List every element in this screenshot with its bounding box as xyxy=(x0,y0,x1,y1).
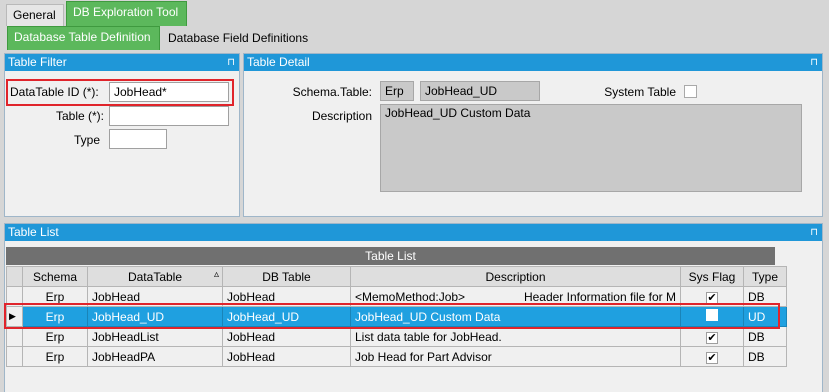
col-header-sysflag[interactable]: Sys Flag xyxy=(680,266,744,287)
tab-database-table-definition-label: Database Table Definition xyxy=(14,30,151,44)
cell-type[interactable]: DB xyxy=(743,326,787,347)
col-header-dbtable[interactable]: DB Table xyxy=(222,266,351,287)
table-detail-header: Table Detail ⊓ xyxy=(244,54,822,71)
sub-tab-strip: Database Table Definition Database Field… xyxy=(0,26,829,50)
tab-general-label: General xyxy=(13,8,56,22)
col-header-description[interactable]: Description xyxy=(350,266,681,287)
cell-sysflag[interactable]: ✔ xyxy=(680,326,744,347)
row-indicator[interactable] xyxy=(6,326,23,347)
tab-database-field-definitions-label: Database Field Definitions xyxy=(168,31,309,45)
col-header-schema[interactable]: Schema xyxy=(22,266,88,287)
table-filter-header: Table Filter ⊓ xyxy=(5,54,239,71)
cell-dbtable[interactable]: JobHead xyxy=(222,326,351,347)
cell-dbtable[interactable]: JobHead xyxy=(222,346,351,367)
tab-db-exploration-tool[interactable]: DB Exploration Tool xyxy=(66,1,187,26)
sysflag-checkbox[interactable]: ✔ xyxy=(706,331,718,344)
table-filter-title: Table Filter xyxy=(8,55,67,69)
selected-row-highlight xyxy=(4,303,780,329)
tab-db-exploration-tool-label: DB Exploration Tool xyxy=(73,5,179,19)
cell-description[interactable]: List data table for JobHead. xyxy=(350,326,681,347)
grid-header-row: Schema DataTable ▵ DB Table Description … xyxy=(6,266,787,287)
cell-datatable[interactable]: JobHeadPA xyxy=(87,346,223,367)
table-label: Table (*): xyxy=(55,109,104,123)
table-name-field[interactable]: JobHead_UD xyxy=(420,81,540,101)
cell-datatable[interactable]: JobHeadList xyxy=(87,326,223,347)
cell-type[interactable]: DB xyxy=(743,346,787,367)
table-input[interactable] xyxy=(109,106,229,126)
col-header-datatable-label: DataTable xyxy=(127,269,183,284)
top-tab-strip: General DB Exploration Tool xyxy=(0,0,829,26)
table-row[interactable]: Erp JobHeadPA JobHead Job Head for Part … xyxy=(6,346,787,367)
pin-icon[interactable]: ⊓ xyxy=(227,54,235,71)
type-input[interactable] xyxy=(109,129,167,149)
tab-database-field-definitions[interactable]: Database Field Definitions xyxy=(162,28,322,50)
pin-icon[interactable]: ⊓ xyxy=(810,54,818,71)
type-label: Type xyxy=(73,133,100,147)
col-header-type[interactable]: Type xyxy=(743,266,787,287)
schema-table-label: Schema.Table: xyxy=(292,85,372,99)
sysflag-checkbox[interactable]: ✔ xyxy=(706,351,718,364)
cell-schema[interactable]: Erp xyxy=(22,346,88,367)
system-table-label: System Table xyxy=(604,85,676,99)
table-list-header: Table List ⊓ xyxy=(5,224,822,241)
col-header-description-label: Description xyxy=(485,269,546,284)
table-list-title: Table List xyxy=(8,225,59,239)
sysflag-checkbox[interactable]: ✔ xyxy=(706,291,718,304)
cell-sysflag[interactable]: ✔ xyxy=(680,346,744,367)
cell-description-extra: Header Information file for M xyxy=(523,290,676,304)
sort-ascending-icon: ▵ xyxy=(213,269,219,280)
col-header-dbtable-label: DB Table xyxy=(262,269,311,284)
schema-field[interactable]: Erp xyxy=(380,81,414,101)
col-header-datatable[interactable]: DataTable ▵ xyxy=(87,266,223,287)
grid-caption: Table List xyxy=(6,247,775,265)
system-table-checkbox[interactable] xyxy=(684,85,697,98)
row-indicator-header xyxy=(6,266,23,287)
cell-description[interactable]: Job Head for Part Advisor xyxy=(350,346,681,367)
cell-schema[interactable]: Erp xyxy=(22,326,88,347)
col-header-schema-label: Schema xyxy=(32,269,78,284)
tab-general[interactable]: General xyxy=(6,4,64,26)
tab-database-table-definition[interactable]: Database Table Definition xyxy=(7,26,160,50)
pin-icon[interactable]: ⊓ xyxy=(810,224,818,241)
description-field[interactable]: JobHead_UD Custom Data xyxy=(380,104,802,192)
table-row[interactable]: Erp JobHeadList JobHead List data table … xyxy=(6,326,787,347)
table-detail-title: Table Detail xyxy=(247,55,310,69)
description-label: Description xyxy=(311,109,372,123)
row-indicator[interactable] xyxy=(6,346,23,367)
datatable-id-highlight xyxy=(6,79,234,106)
col-header-sysflag-label: Sys Flag xyxy=(688,269,736,284)
cell-description-text: <MemoMethod:Job> xyxy=(355,289,466,304)
col-header-type-label: Type xyxy=(751,269,778,284)
